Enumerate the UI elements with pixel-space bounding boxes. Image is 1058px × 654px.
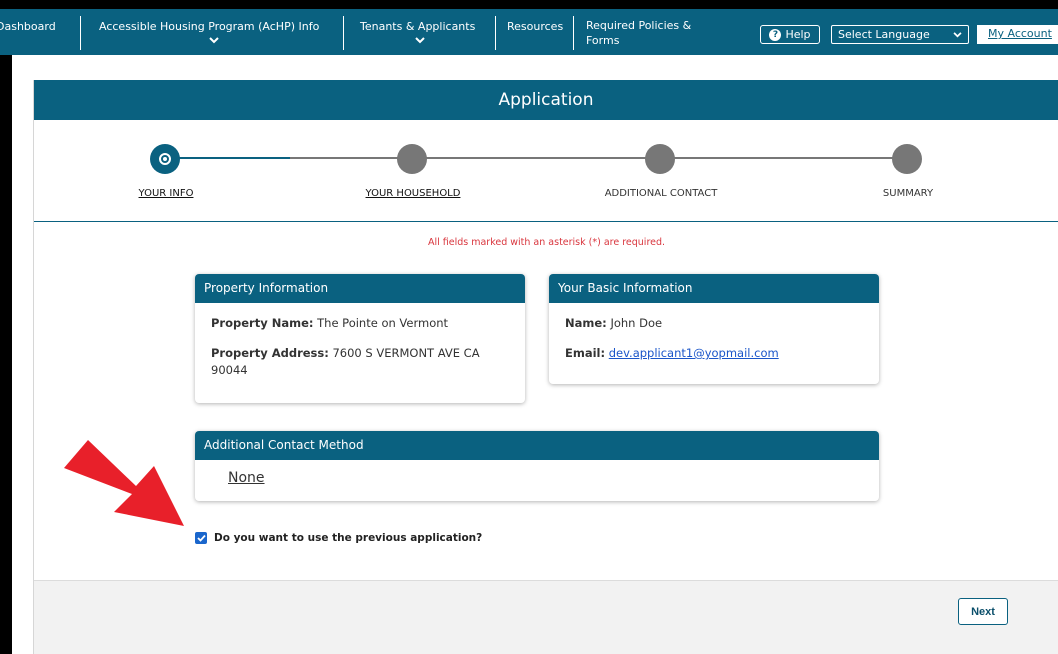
nav-divider bbox=[495, 16, 496, 50]
step-your-household-label[interactable]: YOUR HOUSEHOLD bbox=[366, 188, 461, 199]
nav-divider bbox=[80, 16, 81, 50]
applicant-email-link[interactable]: dev.applicant1@yopmail.com bbox=[609, 346, 779, 360]
my-account-link[interactable]: My Account bbox=[977, 25, 1058, 44]
previous-application-option[interactable]: Do you want to use the previous applicat… bbox=[195, 532, 482, 544]
step-additional-contact-label: ADDITIONAL CONTACT bbox=[604, 188, 718, 199]
checkmark-icon bbox=[196, 534, 206, 542]
next-button[interactable]: Next bbox=[958, 598, 1008, 625]
applicant-name-value: John Doe bbox=[610, 316, 663, 330]
property-address-field: Property Address: 7600 S VERMONT AVE CA … bbox=[211, 345, 511, 379]
page-title: Application bbox=[34, 80, 1058, 120]
chevron-down-icon bbox=[99, 37, 329, 47]
property-name-field: Property Name: The Pointe on Vermont bbox=[211, 315, 448, 332]
language-select[interactable]: Select Language bbox=[831, 25, 969, 44]
radio-dot-icon bbox=[159, 153, 171, 165]
chevron-down-icon bbox=[360, 37, 480, 47]
property-name-label: Property Name: bbox=[211, 316, 314, 330]
progress-stepper: YOUR INFO YOUR HOUSEHOLD ADDITIONAL CONT… bbox=[34, 120, 1058, 222]
step-summary-dot bbox=[892, 144, 922, 174]
basic-info-heading: Your Basic Information bbox=[549, 274, 879, 303]
nav-required-policies[interactable]: Required Policies & Forms bbox=[586, 9, 711, 55]
stepper-line-complete bbox=[165, 157, 290, 159]
property-info-card: Property Information Property Name: The … bbox=[195, 274, 525, 403]
annotation-arrow-icon bbox=[64, 440, 184, 526]
question-icon: ? bbox=[769, 28, 782, 41]
additional-contact-value[interactable]: None bbox=[228, 470, 265, 486]
additional-contact-heading: Additional Contact Method bbox=[195, 431, 879, 460]
nav-achp-info[interactable]: Accessible Housing Program (AcHP) Info bbox=[99, 9, 329, 55]
step-summary-label: SUMMARY bbox=[882, 188, 934, 199]
top-navigation: Dashboard Accessible Housing Program (Ac… bbox=[0, 9, 1058, 55]
language-select-value: Select Language bbox=[838, 28, 930, 41]
applicant-email-label: Email: bbox=[565, 346, 606, 360]
required-fields-note: All fields marked with an asterisk (*) a… bbox=[427, 237, 666, 248]
step-your-info-dot[interactable] bbox=[150, 144, 180, 174]
stepper-line bbox=[290, 157, 910, 159]
step-your-household-dot[interactable] bbox=[397, 144, 427, 174]
applicant-email-field: Email: dev.applicant1@yopmail.com bbox=[565, 345, 779, 362]
help-button[interactable]: ? Help bbox=[760, 25, 820, 44]
applicant-name-field: Name: John Doe bbox=[565, 315, 662, 332]
property-address-label: Property Address: bbox=[211, 346, 329, 360]
previous-application-checkbox[interactable] bbox=[195, 532, 207, 544]
property-name-value: The Pointe on Vermont bbox=[317, 316, 449, 330]
nav-tenants-applicants[interactable]: Tenants & Applicants bbox=[360, 9, 480, 55]
application-card: Application YOUR INFO YOUR HOUSEHOLD ADD… bbox=[33, 80, 1058, 654]
nav-resources[interactable]: Resources bbox=[507, 9, 563, 55]
nav-dashboard[interactable]: Dashboard bbox=[0, 9, 56, 55]
previous-application-label: Do you want to use the previous applicat… bbox=[214, 532, 483, 544]
property-info-heading: Property Information bbox=[195, 274, 525, 303]
basic-info-card: Your Basic Information Name: John Doe Em… bbox=[549, 274, 879, 384]
additional-contact-card: Additional Contact Method None bbox=[195, 431, 879, 501]
chevron-down-icon bbox=[953, 28, 962, 41]
nav-divider bbox=[573, 16, 574, 50]
nav-achp-info-label: Accessible Housing Program (AcHP) Info bbox=[99, 20, 320, 33]
step-additional-contact-dot bbox=[645, 144, 675, 174]
nav-divider bbox=[343, 16, 344, 50]
nav-tenants-label: Tenants & Applicants bbox=[360, 20, 476, 33]
form-footer: Next bbox=[34, 580, 1058, 654]
help-label: Help bbox=[785, 28, 811, 41]
applicant-name-label: Name: bbox=[565, 316, 607, 330]
step-your-info-label[interactable]: YOUR INFO bbox=[139, 188, 194, 199]
